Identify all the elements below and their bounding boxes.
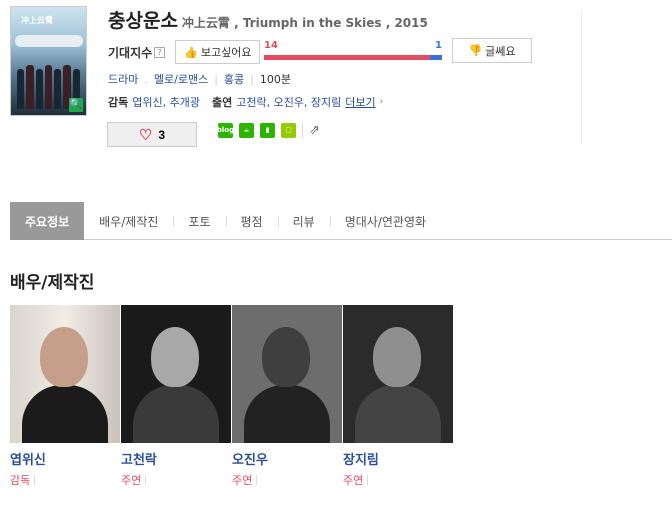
person-card[interactable]: 엽위신 감독 <box>10 305 120 488</box>
runtime: 100분 <box>259 73 291 86</box>
thumbs-down-icon: 👎 <box>468 45 483 57</box>
person-card[interactable]: 장지림 주연 <box>343 305 453 488</box>
dont-count: 1 <box>435 40 442 51</box>
tab-photo[interactable]: 포토 <box>173 202 225 240</box>
memo-share-icon[interactable]: ▢ <box>281 122 296 138</box>
expectation-row: 기대지수 ? 👍 보고싶어요 <box>108 40 261 64</box>
tab-main-info[interactable]: 주요정보 <box>10 202 85 240</box>
person-name[interactable]: 오진우 <box>232 449 342 468</box>
bookmark-share-icon[interactable]: ▮ <box>260 122 275 138</box>
divider <box>302 122 303 138</box>
section-title: 배우/제작진 <box>10 273 95 293</box>
expectation-gauge: 14 1 <box>264 40 442 60</box>
like-count: 3 <box>158 127 166 142</box>
directors-links[interactable]: 엽위신, 추개광 <box>132 94 200 110</box>
person-name[interactable]: 장지림 <box>343 449 453 468</box>
want-count: 14 <box>264 40 278 51</box>
want-to-see-button[interactable]: 👍 보고싶어요 <box>175 40 261 64</box>
title-row: 충상운소 冲上云霄 , Triumph in the Skies , 2015 <box>108 6 428 33</box>
want-to-see-label: 보고싶어요 <box>200 47 252 59</box>
tab-quotes-related[interactable]: 명대사/연관영화 <box>329 202 441 240</box>
person-name[interactable]: 고천락 <box>121 449 231 468</box>
share-bar: blog ☕ ▮ ▢ ⇗ <box>217 122 320 138</box>
person-role: 주연 <box>232 472 342 488</box>
genre-romance-link[interactable]: 멜로/로맨스 <box>154 71 208 87</box>
person-name[interactable]: 엽위신 <box>10 449 120 468</box>
person-role: 감독 <box>10 472 120 488</box>
divider <box>581 10 582 145</box>
person-role: 주연 <box>121 472 231 488</box>
cast-label: 출연 <box>211 96 233 109</box>
not-sure-label: 글쎄요 <box>485 45 516 58</box>
share-out-icon[interactable]: ⇗ <box>309 123 320 138</box>
person-photo[interactable] <box>343 305 453 443</box>
like-button[interactable]: ♡ 3 <box>107 122 197 147</box>
expectation-bar <box>264 55 442 60</box>
movie-title: 충상운소 <box>108 10 178 32</box>
thumbs-up-icon: 👍 <box>184 46 198 59</box>
blog-share-icon[interactable]: blog <box>217 122 234 138</box>
cafe-share-icon[interactable]: ☕ <box>239 122 254 138</box>
genre-drama-link[interactable]: 드라마 <box>108 71 138 87</box>
person-role: 주연 <box>343 472 453 488</box>
person-card[interactable]: 오진우 주연 <box>232 305 342 488</box>
heart-icon: ♡ <box>138 126 153 144</box>
not-sure-button[interactable]: 👎 글쎄요 <box>452 38 532 63</box>
person-photo[interactable] <box>10 305 120 443</box>
tab-bar: 주요정보 배우/제작진 포토 평점 리뷰 명대사/연관영화 <box>10 202 672 240</box>
person-photo[interactable] <box>232 305 342 443</box>
chevron-right-icon: › <box>379 97 384 107</box>
tab-review[interactable]: 리뷰 <box>277 202 330 240</box>
poster-airplane <box>15 35 83 47</box>
movie-original-title: 冲上云霄 , Triumph in the Skies , 2015 <box>181 16 428 30</box>
cast-links[interactable]: 고천락, 오진우, 장지림 <box>236 94 341 110</box>
expectation-label: 기대지수 <box>108 45 153 60</box>
person-card[interactable]: 고천락 주연 <box>121 305 231 488</box>
tab-rating[interactable]: 평점 <box>225 202 278 240</box>
director-label: 감독 <box>108 96 129 109</box>
country-link[interactable]: 홍콩 <box>224 71 244 87</box>
help-icon[interactable]: ? <box>154 46 166 58</box>
poster-logo: 冲上云霄 <box>21 16 53 25</box>
more-link[interactable]: 더보기 <box>345 94 375 110</box>
credits-row: 감독 엽위신, 추개광 출연 고천락, 오진우, 장지림 더보기 › <box>108 94 383 110</box>
movie-meta: 드라마, 멜로/로맨스 | 홍콩 | 100분 <box>108 71 291 87</box>
movie-poster[interactable]: 冲上云霄 🔍 <box>10 6 87 116</box>
expectation-bar-fill <box>264 55 430 60</box>
person-photo[interactable] <box>121 305 231 443</box>
tab-cast-crew[interactable]: 배우/제작진 <box>84 202 173 240</box>
cast-list: 엽위신 감독 고천락 주연 오진우 주연 장지림 주연 <box>10 305 453 488</box>
zoom-icon[interactable]: 🔍 <box>69 98 83 112</box>
